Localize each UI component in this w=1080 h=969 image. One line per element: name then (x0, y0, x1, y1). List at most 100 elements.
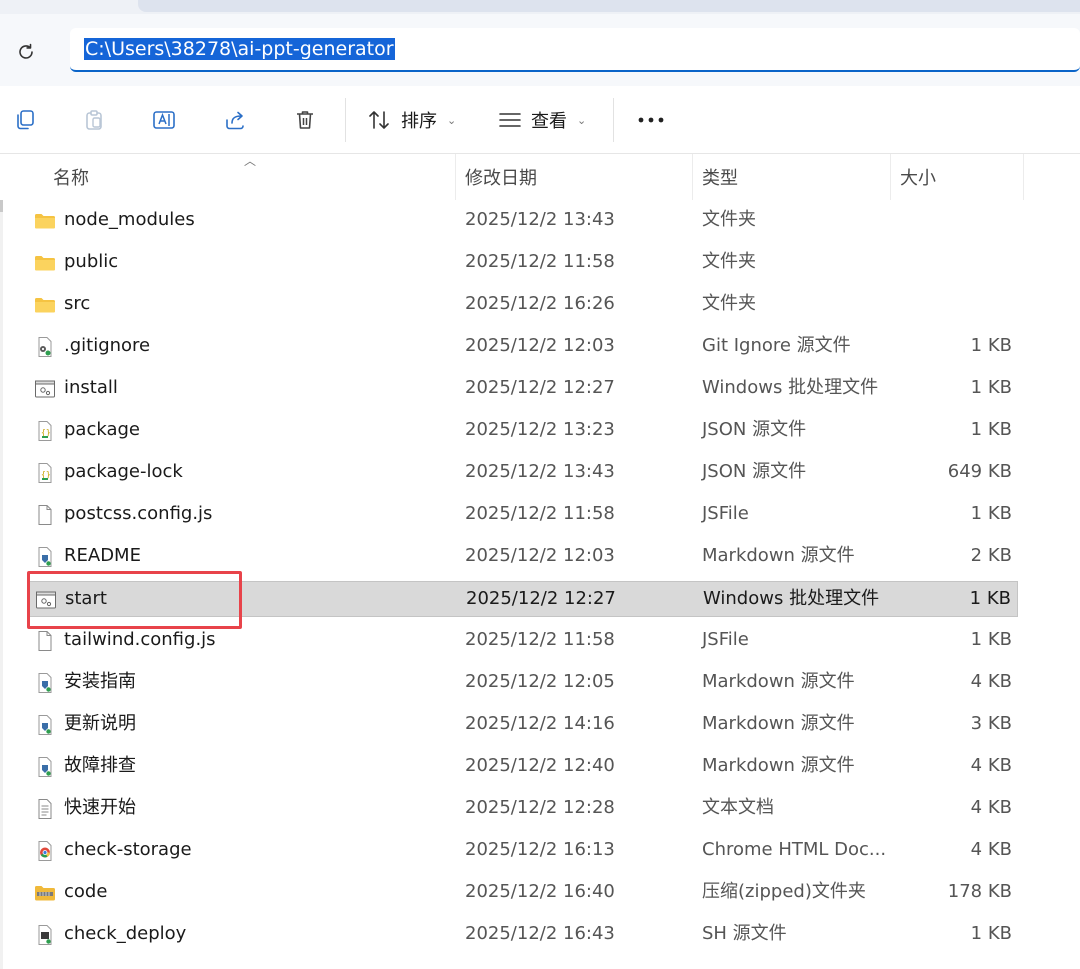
share-button[interactable] (219, 104, 251, 136)
shell-file-icon (34, 924, 56, 946)
file-type: JSFile (702, 629, 749, 650)
toolbar-divider (613, 98, 614, 142)
file-type: 文本文档 (702, 797, 774, 818)
file-size: 649 KB (947, 461, 1012, 482)
json-file-icon: {} (34, 462, 56, 484)
file-size: 4 KB (970, 839, 1012, 860)
address-input[interactable]: C:\Users\38278\ai-ppt-generator (70, 28, 1080, 72)
column-divider[interactable] (890, 154, 891, 200)
file-name: .gitignore (64, 335, 151, 356)
file-type: 文件夹 (702, 209, 756, 230)
file-type: JSON 源文件 (702, 461, 807, 482)
file-type: Windows 批处理文件 (703, 588, 880, 609)
svg-text:{}: {} (41, 470, 51, 479)
json-file-icon: {} (34, 420, 56, 442)
column-header-type[interactable]: 类型 (702, 164, 738, 190)
markdown-file-icon (34, 546, 56, 568)
file-row[interactable]: {} package 2025/12/2 13:23 JSON 源文件 1 KB (28, 413, 1018, 449)
file-name: postcss.config.js (64, 503, 213, 524)
file-row[interactable]: 更新说明 2025/12/2 14:16 Markdown 源文件 3 KB (28, 707, 1018, 743)
file-size: 1 KB (970, 629, 1012, 650)
file-row[interactable]: .gitignore 2025/12/2 12:03 Git Ignore 源文件 1… (28, 329, 1018, 365)
view-menu[interactable]: 查看 ⌄ (497, 106, 586, 134)
file-date: 2025/12/2 11:58 (465, 503, 615, 524)
copy-button[interactable] (9, 104, 41, 136)
file-row[interactable]: {} package-lock 2025/12/2 13:43 JSON 源文件 649… (28, 455, 1018, 491)
file-name: public (64, 251, 119, 272)
paste-icon (86, 110, 102, 130)
gear-file-icon (34, 336, 56, 358)
file-size: 4 KB (970, 797, 1012, 818)
markdown-file-icon (34, 672, 56, 694)
file-row[interactable]: start 2025/12/2 12:27 Windows 批处理文件 1 KB (28, 581, 1018, 617)
more-options-button[interactable] (634, 106, 668, 134)
copy-icon (17, 110, 34, 130)
sort-icon (369, 111, 389, 129)
file-name: package-lock (64, 461, 183, 482)
zip-folder-icon (34, 882, 56, 904)
markdown-file-icon (34, 714, 56, 736)
navigation-pane-edge (0, 154, 3, 969)
file-date: 2025/12/2 12:40 (465, 755, 615, 776)
file-row[interactable]: 快速开始 2025/12/2 12:28 文本文档 4 KB (28, 791, 1018, 827)
file-size: 4 KB (970, 755, 1012, 776)
file-date: 2025/12/2 13:23 (465, 419, 615, 440)
delete-button[interactable] (289, 104, 321, 136)
file-row[interactable]: README 2025/12/2 12:03 Markdown 源文件 2 KB (28, 539, 1018, 575)
file-date: 2025/12/2 12:28 (465, 797, 615, 818)
trash-icon (297, 111, 313, 129)
file-size: 1 KB (970, 923, 1012, 944)
view-label: 查看 (531, 111, 567, 132)
file-row[interactable]: tailwind.config.js 2025/12/2 11:58 JSFile 1… (28, 623, 1018, 659)
file-row[interactable]: src 2025/12/2 16:26 文件夹 (28, 287, 1018, 323)
text-file-icon (34, 798, 56, 820)
file-date: 2025/12/2 11:58 (465, 629, 615, 650)
file-name: README (64, 545, 141, 566)
column-divider[interactable] (692, 154, 693, 200)
rename-icon (153, 111, 175, 129)
file-row[interactable]: code 2025/12/2 16:40 压缩(zipped)文件夹 178 KB (28, 875, 1018, 911)
column-header-date[interactable]: 修改日期 (465, 164, 537, 190)
file-row[interactable]: postcss.config.js 2025/12/2 11:58 JSFile 1 … (28, 497, 1018, 533)
file-row[interactable]: install 2025/12/2 12:27 Windows 批处理文件 1 KB (28, 371, 1018, 407)
file-name: tailwind.config.js (64, 629, 216, 650)
svg-text:{}: {} (41, 428, 51, 437)
paste-button[interactable] (78, 104, 110, 136)
file-row[interactable]: public 2025/12/2 11:58 文件夹 (28, 245, 1018, 281)
file-size: 1 KB (970, 419, 1012, 440)
file-type: JSON 源文件 (702, 419, 807, 440)
file-date: 2025/12/2 16:40 (465, 881, 615, 902)
chevron-down-icon: ⌄ (447, 113, 457, 127)
chrome-html-icon (34, 840, 56, 862)
folder-icon (34, 210, 56, 232)
batch-file-icon (35, 589, 57, 611)
file-size: 1 KB (969, 588, 1011, 609)
file-row[interactable]: node_modules 2025/12/2 13:43 文件夹 (28, 203, 1018, 239)
column-divider[interactable] (455, 154, 456, 200)
file-date: 2025/12/2 12:03 (465, 335, 615, 356)
file-name: 安装指南 (64, 671, 136, 692)
refresh-button[interactable] (10, 36, 42, 68)
file-date: 2025/12/2 12:27 (466, 588, 616, 609)
sort-menu[interactable]: 排序 ⌄ (367, 106, 456, 134)
file-name: 快速开始 (64, 797, 136, 818)
column-header-size[interactable]: 大小 (900, 164, 936, 190)
file-row[interactable]: 故障排查 2025/12/2 12:40 Markdown 源文件 4 KB (28, 749, 1018, 785)
file-name: package (64, 419, 140, 440)
file-date: 2025/12/2 12:05 (465, 671, 615, 692)
file-row[interactable]: 安装指南 2025/12/2 12:05 Markdown 源文件 4 KB (28, 665, 1018, 701)
rename-button[interactable] (148, 104, 180, 136)
column-divider[interactable] (1023, 154, 1024, 200)
active-tab-edge (138, 0, 1080, 12)
sort-label: 排序 (401, 111, 437, 132)
file-type: Markdown 源文件 (702, 755, 855, 776)
markdown-file-icon (34, 756, 56, 778)
file-name: code (64, 881, 108, 902)
file-row[interactable]: check_deploy 2025/12/2 16:43 SH 源文件 1 KB (28, 917, 1018, 953)
more-icon (638, 117, 664, 123)
command-bar: 排序 ⌄ 查看 ⌄ (0, 86, 1080, 154)
column-header-name[interactable]: 名称 (53, 164, 89, 190)
batch-file-icon (34, 378, 56, 400)
file-row[interactable]: check-storage 2025/12/2 16:13 Chrome HTML … (28, 833, 1018, 869)
file-name: src (64, 293, 91, 314)
